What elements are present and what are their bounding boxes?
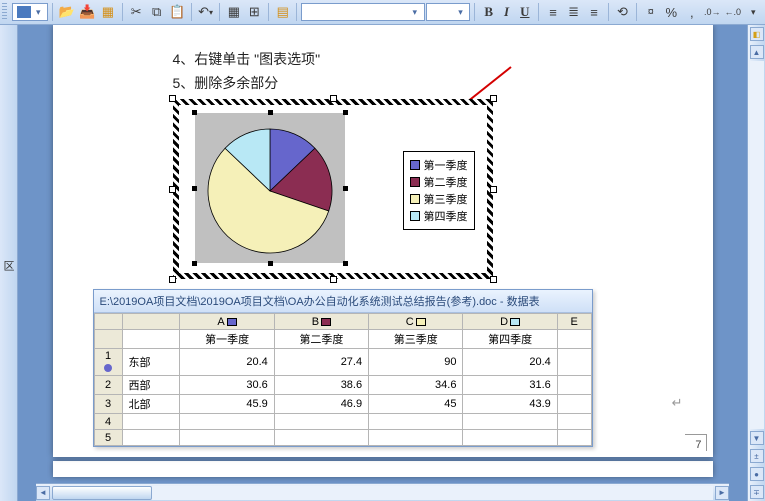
angle-icon[interactable]: ⟲ xyxy=(613,2,632,22)
resize-handle[interactable] xyxy=(490,276,497,283)
chart-legend[interactable]: 第一季度 第二季度 第三季度 第四季度 xyxy=(403,151,475,230)
legend-label: 第一季度 xyxy=(424,157,468,173)
legend-swatch xyxy=(410,211,420,221)
plot-handle[interactable] xyxy=(268,261,273,266)
resize-handle[interactable] xyxy=(169,95,176,102)
plot-handle[interactable] xyxy=(268,110,273,115)
toolbar-grip[interactable] xyxy=(2,3,7,21)
datasheet-window[interactable]: E:\2019OA项目文档\2019OA项目文档\OA办公自动化系统测试总结报告… xyxy=(93,289,593,447)
legend-swatch xyxy=(410,194,420,204)
resize-handle[interactable] xyxy=(490,186,497,193)
legend-label: 第二季度 xyxy=(424,174,468,190)
plot-handle[interactable] xyxy=(192,186,197,191)
bold-button[interactable]: B xyxy=(479,2,498,22)
prev-page-icon[interactable]: ± xyxy=(750,449,764,463)
legend-label: 第四季度 xyxy=(424,208,468,224)
percent-icon[interactable]: % xyxy=(662,2,681,22)
dec-dec-icon[interactable]: ←.0 xyxy=(723,2,742,22)
table-icon[interactable]: ⊞ xyxy=(245,2,264,22)
body-line-5: 5、删除多余部分 xyxy=(173,73,673,93)
font-combo[interactable]: ▾ xyxy=(301,3,424,21)
doc-map-icon[interactable]: ◧ xyxy=(750,27,764,41)
plot-handle[interactable] xyxy=(192,261,197,266)
toolbar: ▾ 📂 📥 ▦ ✂ ⧉ 📋 ↶▾ ▦ ⊞ ▤ ▾ ▾ B I U ≡ ≣ ≡ ⟲… xyxy=(0,0,765,25)
currency-icon[interactable]: ¤ xyxy=(641,2,660,22)
align-left-icon[interactable]: ≡ xyxy=(543,2,562,22)
plot-handle[interactable] xyxy=(192,110,197,115)
next-page-edge xyxy=(53,461,713,477)
size-combo[interactable]: ▾ xyxy=(426,3,471,21)
datasheet-grid[interactable]: ABCDE第一季度第二季度第三季度第四季度1 东部20.427.49020.42… xyxy=(94,313,592,446)
chart-object[interactable]: 第一季度 第二季度 第三季度 第四季度 xyxy=(173,99,493,279)
plot-handle[interactable] xyxy=(343,110,348,115)
style-chip[interactable]: ▾ xyxy=(12,3,48,21)
legend-swatch xyxy=(410,160,420,170)
status-left-label: 区 xyxy=(0,25,18,501)
resize-handle[interactable] xyxy=(169,186,176,193)
next-page-icon[interactable]: ∓ xyxy=(750,485,764,499)
legend-item: 第一季度 xyxy=(410,157,468,173)
more-icon[interactable]: ▾ xyxy=(743,2,762,22)
plot-handle[interactable] xyxy=(343,261,348,266)
italic-button[interactable]: I xyxy=(499,2,514,22)
plot-handle[interactable] xyxy=(343,186,348,191)
resize-handle[interactable] xyxy=(490,95,497,102)
datasheet-title[interactable]: E:\2019OA项目文档\2019OA项目文档\OA办公自动化系统测试总结报告… xyxy=(94,290,592,313)
legend-label: 第三季度 xyxy=(424,191,468,207)
legend-item: 第三季度 xyxy=(410,191,468,207)
paragraph-mark-icon: ↵ xyxy=(672,395,683,411)
dec-inc-icon[interactable]: .0→ xyxy=(703,2,722,22)
cut-icon[interactable]: ✂ xyxy=(126,2,145,22)
underline-button[interactable]: U xyxy=(515,2,534,22)
legend-item: 第二季度 xyxy=(410,174,468,190)
pie-chart xyxy=(195,113,345,263)
grid-icon[interactable]: ▦ xyxy=(224,2,243,22)
undo-icon[interactable]: ↶▾ xyxy=(196,2,215,22)
chart-area-icon[interactable]: ▤ xyxy=(273,2,292,22)
document-page: 4、右键单击 "图表选项" 5、删除多余部分 xyxy=(53,25,713,457)
page-area: 4、右键单击 "图表选项" 5、删除多余部分 xyxy=(18,25,747,501)
browse-object-icon[interactable]: ● xyxy=(750,467,764,481)
resize-handle[interactable] xyxy=(330,95,337,102)
legend-item: 第四季度 xyxy=(410,208,468,224)
resize-handle[interactable] xyxy=(169,276,176,283)
hscroll-thumb[interactable] xyxy=(52,486,152,500)
resize-handle[interactable] xyxy=(330,276,337,283)
import-icon[interactable]: 📥 xyxy=(78,2,97,22)
comma-icon[interactable]: , xyxy=(682,2,701,22)
legend-swatch xyxy=(410,177,420,187)
horizontal-scrollbar[interactable]: ◄ ► xyxy=(36,483,729,501)
page-number: 7 xyxy=(685,434,706,451)
highlight-icon[interactable]: ▦ xyxy=(98,2,117,22)
open-icon[interactable]: 📂 xyxy=(57,2,76,22)
chart-plot-area[interactable] xyxy=(195,113,345,263)
body-line-4: 4、右键单击 "图表选项" xyxy=(173,49,673,69)
scroll-right-icon[interactable]: ► xyxy=(715,486,729,500)
copy-icon[interactable]: ⧉ xyxy=(147,2,166,22)
align-center-icon[interactable]: ≣ xyxy=(564,2,583,22)
scroll-left-icon[interactable]: ◄ xyxy=(36,486,50,500)
paste-icon[interactable]: 📋 xyxy=(167,2,186,22)
align-right-icon[interactable]: ≡ xyxy=(584,2,603,22)
scroll-up-icon[interactable]: ▲ xyxy=(750,45,764,59)
scroll-down-icon[interactable]: ▼ xyxy=(750,431,764,445)
vertical-scrollbar[interactable]: ◧ ▲ ▼ ± ● ∓ xyxy=(747,25,765,501)
